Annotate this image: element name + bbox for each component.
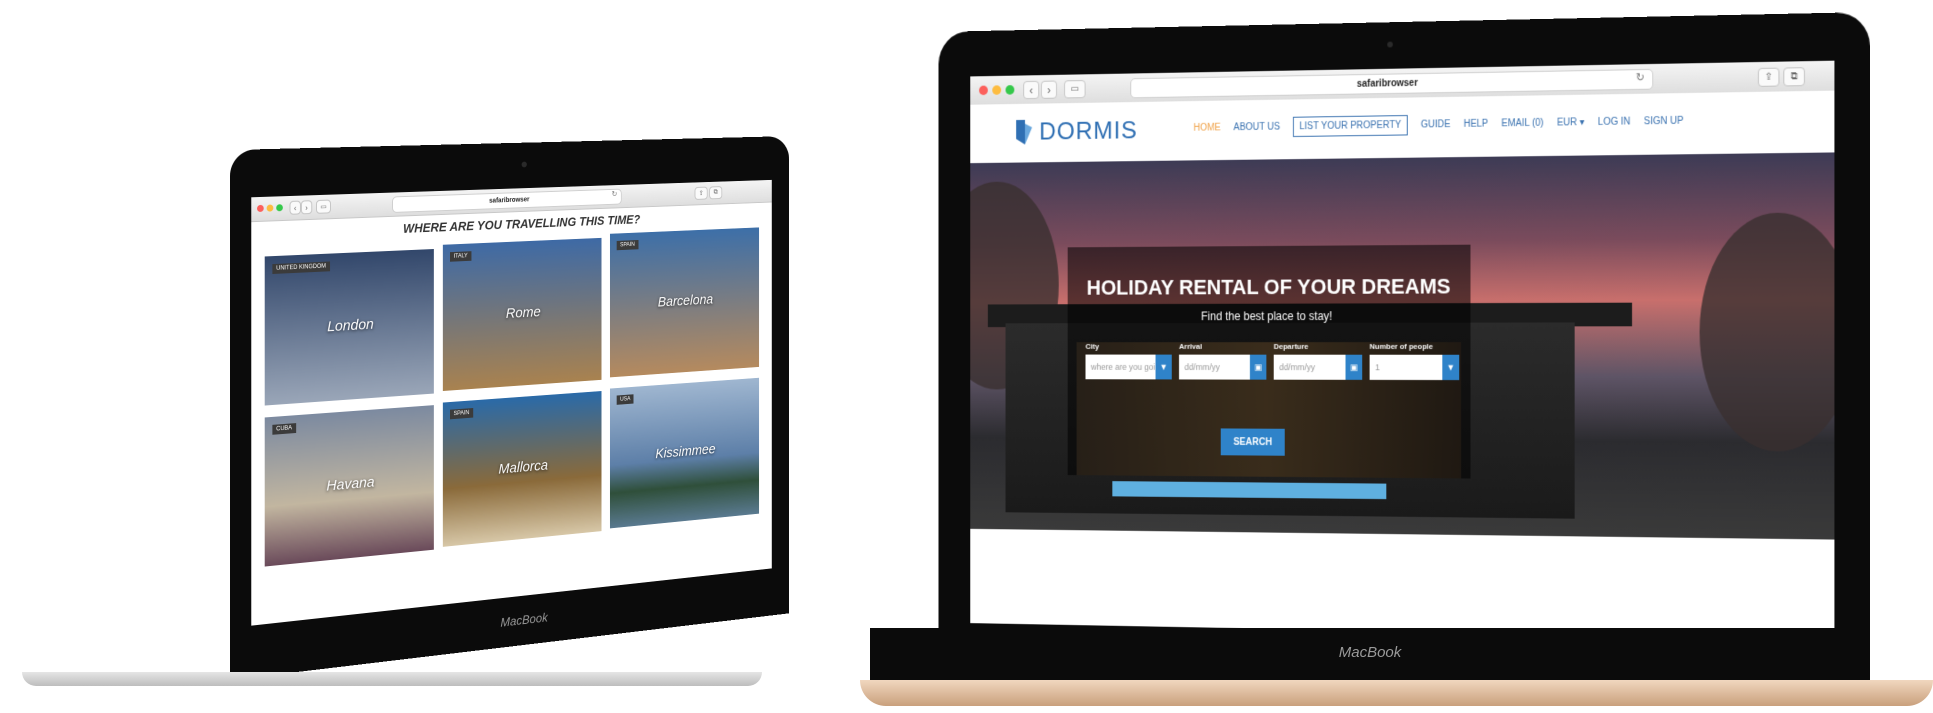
country-badge: ITALY [450,251,472,262]
maximize-window-icon[interactable] [276,204,283,212]
search-panel: HOLIDAY RENTAL OF YOUR DREAMS Find the b… [1067,244,1471,479]
close-window-icon[interactable] [979,85,988,96]
departure-input[interactable]: dd/mm/yy ▣ [1273,354,1363,380]
destination-card[interactable]: SPAIN Barcelona [609,227,760,378]
hero-banner: HOLIDAY RENTAL OF YOUR DREAMS Find the b… [970,152,1835,540]
arrival-placeholder: dd/mm/yy [1184,362,1220,372]
destination-card[interactable]: UNITED KINGDOM London [264,249,434,406]
camera-icon [521,161,527,168]
forward-icon[interactable]: › [1040,80,1057,99]
country-badge: SPAIN [450,408,473,420]
arrival-input[interactable]: dd/mm/yy ▣ [1179,354,1267,380]
nav-login[interactable]: LOG IN [1598,117,1630,128]
back-icon[interactable]: ‹ [289,200,301,215]
right-laptop: ‹ › ▭ safaribrowser ↻ ⇪ ⧉ DORMIS HOME AB… [860,0,1933,713]
right-laptop-chin: MacBook [870,628,1870,680]
departure-placeholder: dd/mm/yy [1279,362,1316,373]
country-badge: CUBA [272,423,296,435]
city-label: City [1085,342,1100,351]
hero-subtitle: Find the best place to stay! [1201,309,1333,324]
reload-icon[interactable]: ↻ [612,190,618,199]
destination-card[interactable]: ITALY Rome [442,237,602,392]
site-logo[interactable]: DORMIS [1014,115,1138,146]
destination-card[interactable]: CUBA Havana [264,405,434,567]
main-nav: HOME ABOUT US LIST YOUR PROPERTY GUIDE H… [1194,111,1684,139]
hero-title: HOLIDAY RENTAL OF YOUR DREAMS [1086,273,1451,300]
right-laptop-screen: ‹ › ▭ safaribrowser ↻ ⇪ ⧉ DORMIS HOME AB… [970,60,1835,640]
calendar-icon[interactable]: ▣ [1249,354,1267,380]
nav-email[interactable]: EMAIL (0) [1501,118,1543,129]
forward-icon[interactable]: › [300,200,313,215]
search-button[interactable]: SEARCH [1220,428,1285,456]
macbook-label: MacBook [1338,644,1402,661]
camera-icon [1387,41,1393,48]
minimize-window-icon[interactable] [266,204,274,212]
share-icon[interactable]: ⇪ [1757,67,1780,87]
left-laptop-screen: ‹ › ▭ safaribrowser ↻ ⇪ ⧉ WHERE ARE YOU … [251,179,772,626]
dormis-logo-icon [1016,119,1033,145]
address-bar[interactable]: safaribrowser [392,188,622,213]
right-laptop-bezel: ‹ › ▭ safaribrowser ↻ ⇪ ⧉ DORMIS HOME AB… [938,12,1870,680]
departure-field: Departure dd/mm/yy ▣ [1273,342,1363,380]
people-value: 1 [1375,362,1380,373]
nav-help[interactable]: HELP [1464,119,1489,130]
minimize-window-icon[interactable] [992,85,1002,95]
chevron-down-icon[interactable]: ▼ [1155,354,1172,380]
city-field: City where are you going? ▼ [1085,342,1172,380]
destination-card[interactable]: USA Kissimmee [609,377,760,529]
left-laptop: ‹ › ▭ safaribrowser ↻ ⇪ ⧉ WHERE ARE YOU … [0,0,880,713]
logo-text: DORMIS [1039,115,1138,146]
back-icon[interactable]: ‹ [1023,80,1040,100]
nav-signup[interactable]: SIGN UP [1644,116,1684,127]
people-select[interactable]: 1 ▼ [1369,354,1460,381]
departure-label: Departure [1273,342,1309,351]
pool-image [1112,481,1387,500]
tabs-icon[interactable]: ⧉ [1783,67,1805,87]
country-badge: USA [616,394,634,405]
share-icon[interactable]: ⇪ [694,186,708,200]
close-window-icon[interactable] [257,204,264,213]
chevron-down-icon[interactable]: ▼ [1442,354,1460,381]
address-bar-text: safaribrowser [489,196,530,205]
arrival-field: Arrival dd/mm/yy ▣ [1179,342,1267,380]
sidebar-icon[interactable]: ▭ [315,199,332,214]
people-label: Number of people [1369,342,1433,351]
city-input[interactable]: where are you going? ▼ [1085,354,1172,380]
right-laptop-base [860,680,1933,706]
left-laptop-base [22,672,762,686]
reload-icon[interactable]: ↻ [1636,71,1645,84]
nav-about[interactable]: ABOUT US [1233,122,1280,133]
arrival-label: Arrival [1179,342,1202,351]
country-badge: SPAIN [616,239,639,251]
left-laptop-lid: ‹ › ▭ safaribrowser ↻ ⇪ ⧉ WHERE ARE YOU … [230,136,790,681]
tree-silhouette [1699,212,1835,452]
calendar-icon[interactable]: ▣ [1345,354,1363,380]
nav-list-property-button[interactable]: LIST YOUR PROPERTY [1292,115,1408,137]
sidebar-icon[interactable]: ▭ [1064,80,1086,99]
address-bar-text: safaribrowser [1356,77,1418,90]
currency-select[interactable]: EUR ▾ [1557,117,1585,128]
nav-home[interactable]: HOME [1194,123,1221,134]
people-field: Number of people 1 ▼ [1369,342,1460,381]
tabs-icon[interactable]: ⧉ [709,186,723,200]
maximize-window-icon[interactable] [1005,85,1015,95]
nav-guide[interactable]: GUIDE [1421,119,1451,130]
destination-card[interactable]: SPAIN Mallorca [442,391,602,547]
